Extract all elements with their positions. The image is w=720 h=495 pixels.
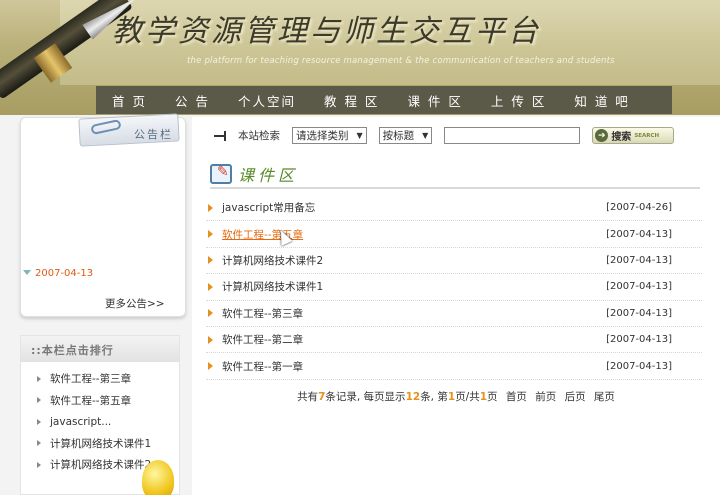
- search-bar: 本站检索 请选择类别 ▼ 按标题 ▼ ➔ 搜索 SEARCH: [214, 127, 675, 144]
- pager-text: 页/共: [455, 391, 480, 403]
- ranking-list: 软件工程--第三章 软件工程--第五章 javascript... 计算机网络技…: [21, 362, 179, 476]
- site-title: 教学资源管理与师生交互平台: [112, 14, 541, 49]
- pager-text: 共有: [297, 391, 319, 403]
- pager-total-pages: 1: [479, 391, 488, 403]
- arrow-right-icon: [37, 461, 41, 468]
- arrow-right-icon: [208, 335, 213, 344]
- left-sidebar: 公告栏 2007-04-13 更多公告>> ::本栏点击排行 软件工程--第三章…: [20, 113, 190, 495]
- notice-date[interactable]: 2007-04-13: [35, 268, 93, 279]
- triangle-down-icon: [23, 270, 31, 275]
- pager-per-page: 12: [405, 391, 421, 403]
- list-item[interactable]: 软件工程--第三章 [2007-04-13]: [206, 301, 702, 327]
- arrow-right-icon: [208, 256, 213, 265]
- search-input[interactable]: [444, 127, 581, 144]
- ranking-title: ::本栏点击排行: [21, 336, 179, 362]
- site-header: 教学资源管理与师生交互平台 the platform for teaching …: [0, 0, 720, 115]
- main-nav: 首 页 公 告 个人空间 教 程 区 课 件 区 上 传 区 知 道 吧: [96, 86, 672, 114]
- main-content: 本站检索 请选择类别 ▼ 按标题 ▼ ➔ 搜索 SEARCH 课件区 javas…: [192, 117, 720, 495]
- courseware-section-header: 课件区: [210, 161, 700, 189]
- arrow-right-icon: [208, 203, 213, 212]
- category-select-value: 请选择类别: [296, 130, 349, 142]
- search-button-label: 搜索: [611, 132, 632, 143]
- arrow-right-icon: [208, 362, 213, 371]
- course-title-link[interactable]: 软件工程--第二章: [222, 332, 303, 347]
- arrow-right-icon: [208, 309, 213, 318]
- arrow-right-icon: [208, 230, 213, 239]
- course-date: [2007-04-13]: [606, 334, 672, 346]
- list-item[interactable]: 软件工程--第二章 [2007-04-13]: [206, 327, 702, 354]
- list-item[interactable]: javascript常用备忘 [2007-04-26]: [206, 195, 702, 222]
- dropdown-arrow-icon: ▼: [356, 131, 363, 140]
- ranking-item[interactable]: 软件工程--第五章: [31, 390, 179, 412]
- pager-first-link[interactable]: 首页: [506, 391, 527, 403]
- course-title-link[interactable]: javascript常用备忘: [222, 200, 315, 215]
- list-item[interactable]: 计算机网络技术课件1 [2007-04-13]: [206, 274, 702, 301]
- pager-next-link[interactable]: 后页: [565, 391, 586, 403]
- more-notices-link[interactable]: 更多公告>>: [105, 296, 165, 311]
- ranking-item-label: javascript...: [50, 415, 112, 428]
- search-button[interactable]: ➔ 搜索 SEARCH: [592, 127, 675, 144]
- search-button-en-label: SEARCH: [634, 132, 660, 139]
- ranking-item-label: 计算机网络技术课件1: [50, 437, 152, 450]
- section-title: 课件区: [238, 166, 299, 185]
- field-select-value: 按标题: [382, 130, 415, 142]
- nav-notice[interactable]: 公 告: [175, 91, 210, 110]
- course-title-link[interactable]: 计算机网络技术课件1: [222, 279, 323, 294]
- notice-title: 公告栏: [134, 128, 173, 141]
- arrow-right-icon: [37, 375, 41, 382]
- pager-prev-link[interactable]: 前页: [535, 391, 556, 403]
- nav-knowledge[interactable]: 知 道 吧: [574, 91, 629, 110]
- nav-personal-space[interactable]: 个人空间: [238, 91, 296, 110]
- pager-text: 条记录, 每页显示: [325, 391, 406, 403]
- dropdown-arrow-icon: ▼: [422, 131, 429, 140]
- pager-text: 页: [487, 391, 498, 403]
- smiley-mascot-icon: [142, 460, 174, 495]
- ranking-item-label: 计算机网络技术课件2: [50, 459, 152, 472]
- search-label: 本站检索: [238, 130, 280, 142]
- notice-panel: 公告栏 2007-04-13 更多公告>>: [20, 113, 186, 317]
- nav-tutorials[interactable]: 教 程 区: [324, 91, 379, 110]
- list-item[interactable]: 软件工程--第五章 [2007-04-13]: [206, 221, 702, 248]
- ranking-item[interactable]: 软件工程--第三章: [31, 368, 179, 390]
- course-date: [2007-04-13]: [606, 254, 672, 266]
- course-date: [2007-04-13]: [606, 228, 672, 240]
- nav-home[interactable]: 首 页: [112, 91, 147, 110]
- course-title-link[interactable]: 软件工程--第三章: [222, 306, 303, 321]
- list-item[interactable]: 软件工程--第一章 [2007-04-13]: [206, 353, 702, 380]
- arrow-right-icon: [37, 397, 41, 404]
- ranking-item[interactable]: 计算机网络技术课件1: [31, 433, 179, 455]
- pager-text: 条, 第: [420, 391, 448, 403]
- category-select[interactable]: 请选择类别 ▼: [292, 127, 367, 144]
- course-date: [2007-04-26]: [606, 202, 672, 214]
- list-item[interactable]: 计算机网络技术课件2 [2007-04-13]: [206, 248, 702, 275]
- arrow-right-icon: [208, 282, 213, 291]
- course-title-link[interactable]: 计算机网络技术课件2: [222, 253, 323, 268]
- course-date: [2007-04-13]: [606, 360, 672, 372]
- search-pointer-icon: [214, 130, 230, 141]
- field-select[interactable]: 按标题 ▼: [378, 127, 433, 144]
- arrow-right-circle-icon: ➔: [595, 129, 609, 142]
- course-date: [2007-04-13]: [606, 307, 672, 319]
- course-date: [2007-04-13]: [606, 281, 672, 293]
- arrow-right-icon: [37, 418, 41, 425]
- nav-courseware[interactable]: 课 件 区: [407, 91, 462, 110]
- course-title-link[interactable]: 软件工程--第一章: [222, 359, 303, 374]
- courseware-icon: [210, 164, 232, 184]
- ranking-item-label: 软件工程--第五章: [50, 394, 132, 407]
- nav-upload[interactable]: 上 传 区: [491, 91, 546, 110]
- pagination: 共有7条记录, 每页显示12条, 第1页/共1页 首页 前页 后页 尾页: [192, 389, 720, 404]
- site-subtitle: the platform for teaching resource manag…: [187, 56, 615, 66]
- ranking-item-label: 软件工程--第三章: [50, 373, 132, 386]
- arrow-right-icon: [37, 440, 41, 447]
- pager-last-link[interactable]: 尾页: [594, 391, 615, 403]
- courseware-list: javascript常用备忘 [2007-04-26] 软件工程--第五章 [2…: [206, 195, 702, 380]
- ranking-item[interactable]: javascript...: [31, 411, 179, 433]
